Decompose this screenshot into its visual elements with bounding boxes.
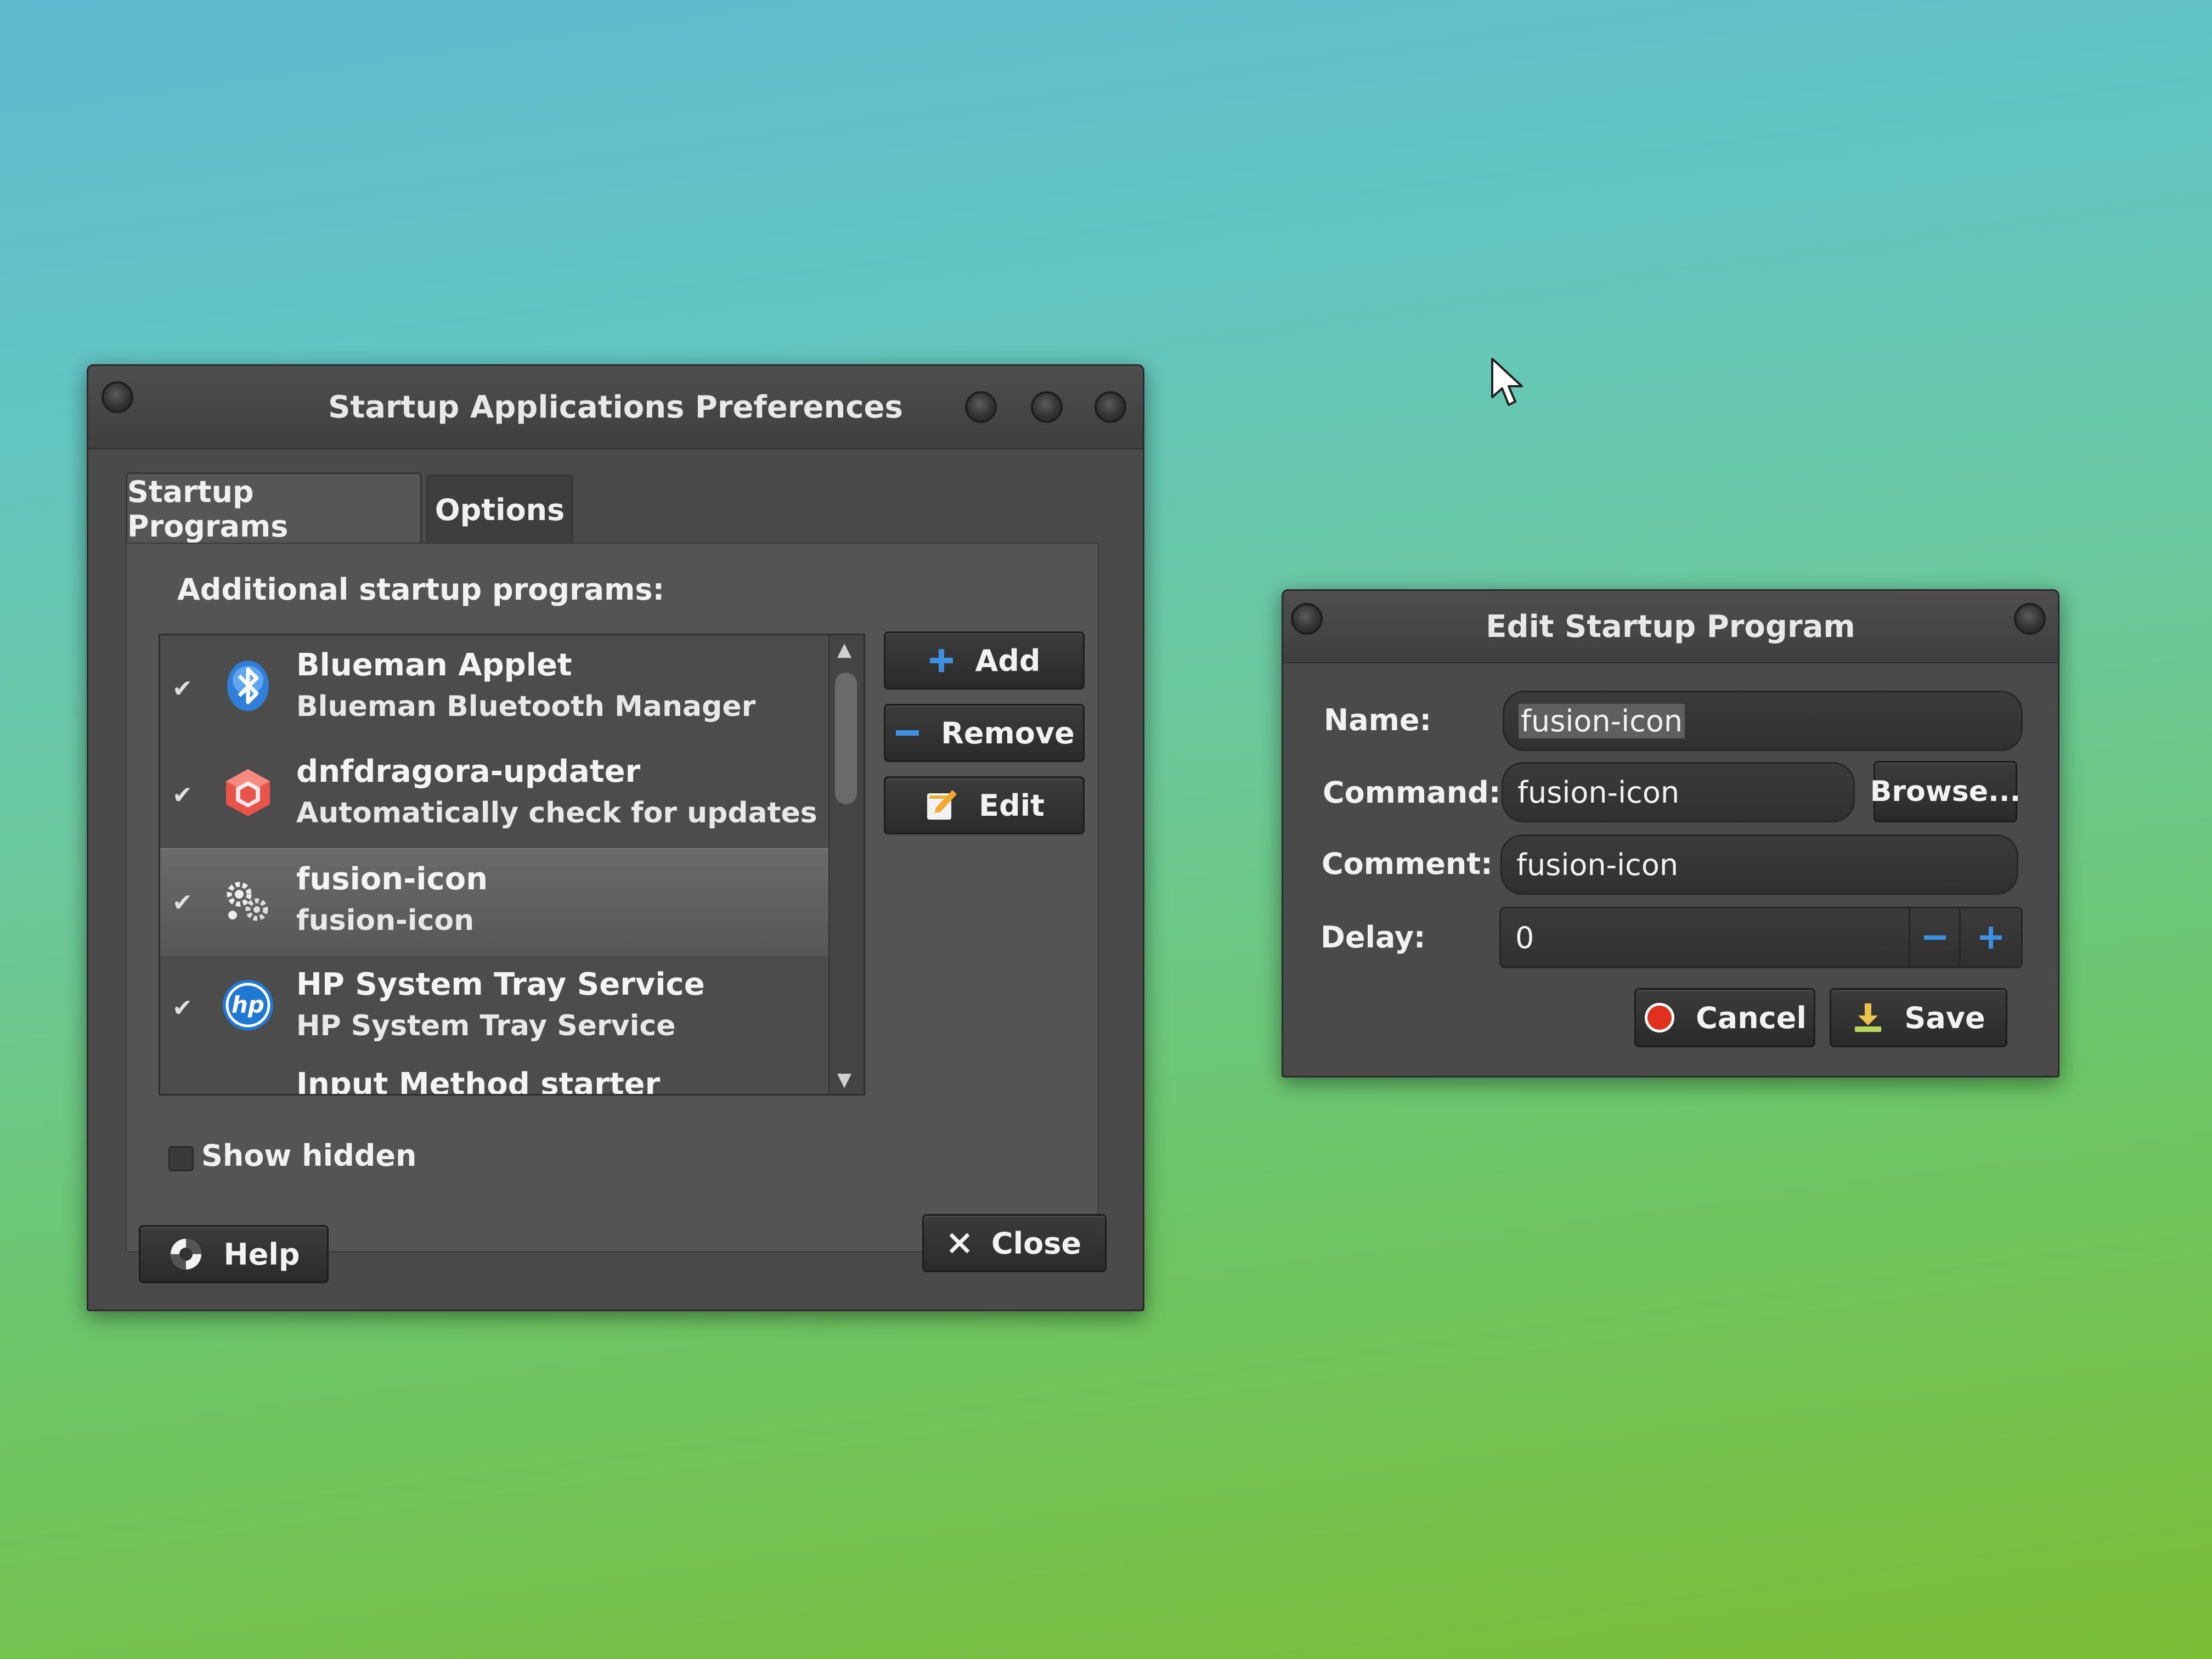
plus-icon (930, 649, 953, 672)
startup-programs-list[interactable]: ✔ Blueman Applet Blueman Bluetooth Manag… (159, 634, 865, 1096)
section-label: Additional startup programs: (177, 572, 665, 607)
program-name: Input Method starter (296, 1066, 661, 1096)
minimize-button[interactable] (965, 391, 997, 423)
dialog-title: Edit Startup Program (1486, 608, 1855, 645)
save-button[interactable]: Save (1830, 988, 2007, 1047)
name-field[interactable]: fusion-icon (1503, 691, 2023, 751)
delay-decrement-button[interactable] (1909, 909, 1960, 966)
close-button-label: Close (991, 1226, 1081, 1261)
enabled-checkbox[interactable]: ✔ (172, 781, 193, 809)
show-hidden-label: Show hidden (201, 1138, 417, 1173)
save-download-icon (1855, 1003, 1882, 1032)
enabled-checkbox[interactable]: ✔ (172, 994, 193, 1022)
browse-button-label: Browse... (1870, 775, 2021, 808)
tab-startup-programs[interactable]: Startup Programs (126, 472, 422, 544)
help-lifebuoy-icon (170, 1239, 201, 1269)
command-label: Command: (1323, 775, 1501, 810)
dialog-titlebar[interactable]: Edit Startup Program (1283, 591, 2058, 663)
maximize-button[interactable] (1031, 391, 1063, 423)
list-item[interactable]: ✔ hp HP System Tray Service HP System Tr… (160, 955, 830, 1061)
svg-text:hp: hp (232, 991, 264, 1018)
list-item[interactable]: ✔ Input Method starter (160, 1061, 830, 1096)
hp-icon: hp (223, 980, 273, 1030)
edit-button[interactable]: Edit (884, 776, 1085, 834)
program-description: fusion-icon (296, 904, 475, 937)
tab-label: Startup Programs (127, 474, 289, 544)
enabled-checkbox[interactable]: ✔ (172, 675, 193, 703)
list-item-selected[interactable]: ✔ fusion-icon fusion-icon (160, 848, 830, 956)
list-item[interactable]: ✔ dnfdragora-updater Automatically check… (160, 742, 864, 848)
tab-options[interactable]: Options (426, 475, 573, 544)
edit-startup-program-dialog: Edit Startup Program Name: fusion-icon C… (1282, 589, 2059, 1077)
program-name: Blueman Applet (296, 647, 572, 683)
window-close-button[interactable] (1094, 391, 1126, 423)
bluetooth-icon (227, 661, 269, 711)
edit-icon (927, 790, 957, 820)
package-icon (226, 769, 270, 816)
close-button[interactable]: Close (922, 1214, 1107, 1272)
remove-button[interactable]: Remove (884, 704, 1085, 762)
minus-icon (896, 730, 919, 736)
cancel-stop-icon (1645, 1003, 1675, 1032)
scroll-down-arrow-icon[interactable]: ▼ (837, 1069, 851, 1091)
program-name: HP System Tray Service (296, 967, 705, 1002)
browse-button[interactable]: Browse... (1870, 761, 2021, 822)
program-description: HP System Tray Service (296, 1009, 676, 1042)
comment-field[interactable]: fusion-icon (1500, 834, 2018, 895)
tab-label: Options (435, 493, 565, 527)
delay-label: Delay: (1321, 920, 1426, 955)
name-label: Name: (1324, 703, 1432, 737)
program-description: Blueman Bluetooth Manager (296, 690, 756, 723)
delay-increment-button[interactable] (1959, 909, 2021, 966)
name-field-value: fusion-icon (1519, 703, 1685, 738)
command-field[interactable]: fusion-icon (1502, 762, 1855, 822)
help-button[interactable]: Help (139, 1225, 329, 1283)
gears-icon (227, 882, 268, 921)
list-item[interactable]: ✔ Blueman Applet Blueman Bluetooth Manag… (160, 635, 830, 742)
edit-button-label: Edit (979, 788, 1045, 823)
cancel-button[interactable]: Cancel (1634, 988, 1815, 1047)
minus-icon (1924, 935, 1946, 940)
comment-label: Comment: (1322, 847, 1493, 881)
delay-value: 0 (1515, 920, 1534, 955)
mouse-pointer-icon (1491, 358, 1523, 406)
help-button-label: Help (223, 1237, 300, 1272)
show-hidden-checkbox[interactable] (168, 1146, 194, 1171)
dialog-close-button[interactable] (2014, 603, 2046, 635)
save-button-label: Save (1904, 1000, 1985, 1035)
program-name: fusion-icon (296, 861, 488, 897)
startup-preferences-window: Startup Applications Preferences Startup… (87, 364, 1144, 1311)
command-field-value: fusion-icon (1517, 775, 1680, 810)
enabled-checkbox[interactable]: ✔ (172, 889, 193, 917)
window-titlebar[interactable]: Startup Applications Preferences (88, 366, 1143, 449)
add-button-label: Add (975, 643, 1041, 678)
scroll-up-arrow-icon[interactable]: ▲ (837, 639, 851, 661)
program-name: dnfdragora-updater (296, 754, 641, 789)
list-scrollbar[interactable]: ▲ ▼ (828, 635, 864, 1094)
scrollbar-thumb[interactable] (835, 673, 857, 804)
plus-icon (1980, 927, 2002, 949)
comment-field-value: fusion-icon (1516, 847, 1679, 882)
startup-programs-panel: Additional startup programs: ✔ Blueman A… (126, 543, 1099, 1252)
close-icon (949, 1233, 970, 1254)
cancel-button-label: Cancel (1696, 1000, 1807, 1035)
program-description: Automatically check for updates an... (296, 797, 865, 830)
add-button[interactable]: Add (884, 631, 1085, 690)
remove-button-label: Remove (941, 715, 1075, 751)
